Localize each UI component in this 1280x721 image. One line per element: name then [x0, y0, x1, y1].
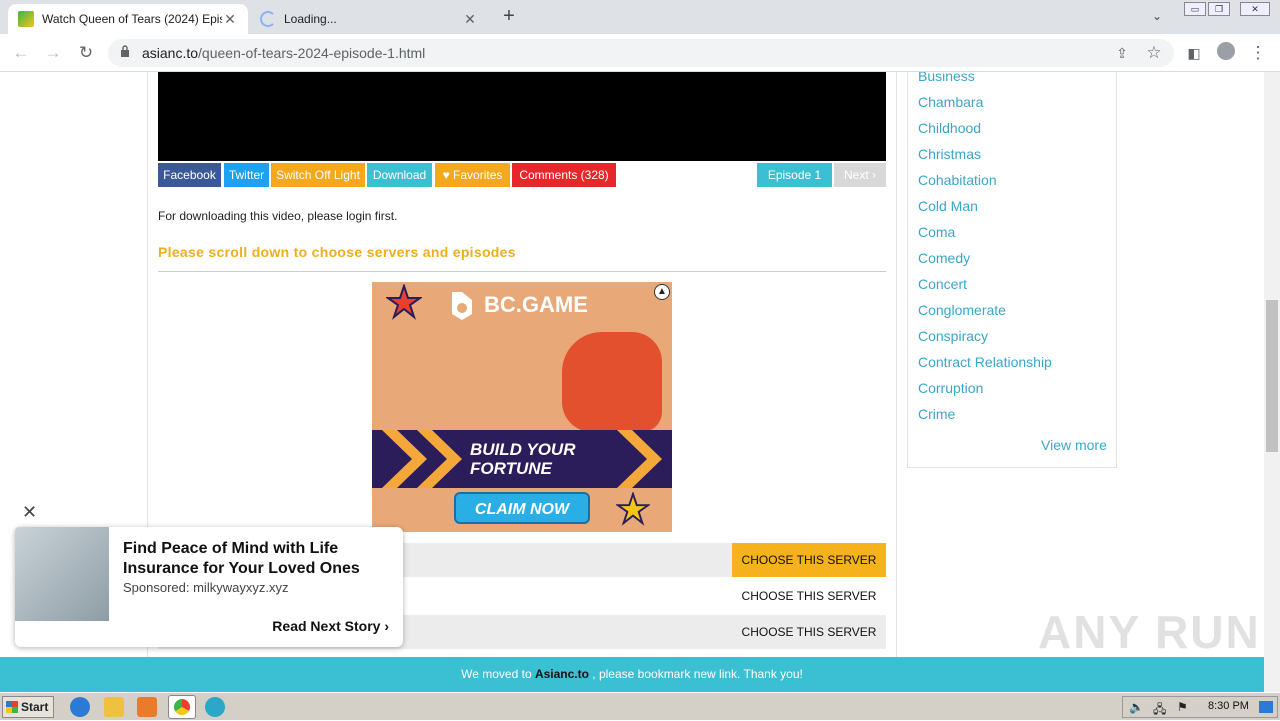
episode-indicator: Episode 1	[757, 163, 832, 187]
facebook-share-button[interactable]: Facebook	[158, 163, 221, 187]
video-player[interactable]	[158, 72, 886, 161]
explorer-folder-icon[interactable]	[104, 697, 124, 717]
genre-link[interactable]: Conspiracy	[918, 328, 988, 344]
adchoices-icon[interactable]: ▲	[654, 284, 670, 300]
sponsored-popup[interactable]: Find Peace of Mind with Life Insurance f…	[15, 527, 403, 647]
tab-title: Loading...	[284, 12, 337, 26]
download-login-notice: For downloading this video, please login…	[158, 209, 398, 223]
genre-link[interactable]: Comedy	[918, 250, 970, 266]
windows-logo-icon	[6, 701, 18, 713]
edge-icon[interactable]	[205, 697, 225, 717]
popup-sponsor: Sponsored: milkywayxyz.xyz	[123, 580, 289, 595]
new-domain-link[interactable]: Asianc.to	[535, 667, 589, 681]
share-icon[interactable]: ⇪	[1111, 42, 1133, 64]
download-button[interactable]: Download	[367, 163, 432, 187]
show-desktop-icon[interactable]	[1259, 701, 1273, 713]
menu-kebab-icon[interactable]: ⋮	[1247, 42, 1269, 64]
forward-arrow-icon[interactable]: →	[42, 42, 64, 64]
popup-headline: Find Peace of Mind with Life Insurance f…	[123, 540, 360, 577]
choose-server-button[interactable]: CHOOSE THIS SERVER	[732, 579, 886, 613]
popup-ad-image	[15, 527, 109, 621]
chrome-icon	[174, 699, 190, 715]
genre-link[interactable]: Contract Relationship	[918, 354, 1052, 370]
minimize-button[interactable]: ▭	[1184, 2, 1206, 16]
claim-now-button[interactable]: CLAIM NOW	[454, 492, 590, 524]
favorites-button[interactable]: ♥ Favorites	[435, 163, 510, 187]
star-icon	[616, 492, 650, 526]
close-tab-icon[interactable]: ✕	[462, 11, 478, 28]
choose-server-button[interactable]: CHOOSE THIS SERVER	[732, 543, 886, 577]
lock-icon	[121, 45, 129, 57]
ie-icon[interactable]	[70, 697, 90, 717]
tab-title: Watch Queen of Tears (2024) Episode	[42, 12, 222, 26]
comments-button[interactable]: Comments (328)	[512, 163, 616, 187]
genre-link[interactable]: Corruption	[918, 380, 983, 396]
genre-link[interactable]: Coma	[918, 224, 955, 240]
tab-search-chevron-icon[interactable]: ⌄	[1152, 9, 1162, 23]
star-icon	[386, 284, 422, 320]
divider	[158, 271, 886, 272]
genre-link[interactable]: Business	[918, 72, 975, 84]
chrome-taskbar-button[interactable]	[168, 695, 196, 719]
bookmark-star-icon[interactable]: ☆	[1143, 42, 1165, 64]
clock: 8:30 PM	[1208, 700, 1249, 712]
loading-spinner-icon	[260, 11, 276, 27]
volume-icon[interactable]: 🔈	[1129, 700, 1144, 714]
scroll-down-message: Please scroll down to choose servers and…	[158, 244, 516, 260]
back-arrow-icon[interactable]: ←	[10, 42, 32, 64]
tab-bar: Watch Queen of Tears (2024) Episode ✕ Lo…	[0, 0, 1280, 34]
genre-link[interactable]: Concert	[918, 276, 967, 292]
genre-link[interactable]: Childhood	[918, 120, 981, 136]
profile-avatar-icon[interactable]	[1215, 42, 1237, 64]
network-icon[interactable]: 🖧	[1153, 700, 1166, 721]
taskbar: Start 🔈 🖧 ⚑ 8:30 PM	[0, 692, 1280, 720]
address-bar[interactable]: asianc.to/queen-of-tears-2024-episode-1.…	[108, 39, 1174, 67]
scrollbar-thumb[interactable]	[1266, 300, 1278, 452]
start-button[interactable]: Start	[2, 696, 54, 718]
side-panel-icon[interactable]: ◧	[1183, 42, 1205, 64]
genre-link[interactable]: Christmas	[918, 146, 981, 162]
system-tray: 🔈 🖧 ⚑	[1122, 696, 1278, 718]
close-tab-icon[interactable]: ✕	[222, 11, 238, 28]
reload-icon[interactable]: ↻	[75, 42, 97, 64]
url-text: asianc.to/queen-of-tears-2024-episode-1.…	[142, 45, 426, 61]
restore-button[interactable]: ❐	[1208, 2, 1230, 16]
ad-brand: BC.GAME	[484, 292, 588, 317]
page-scrollbar[interactable]	[1264, 72, 1280, 692]
genre-link[interactable]: Conglomerate	[918, 302, 1006, 318]
tab-active[interactable]: Watch Queen of Tears (2024) Episode ✕	[8, 4, 248, 34]
new-tab-button[interactable]: +	[498, 6, 520, 28]
twitter-share-button[interactable]: Twitter	[224, 163, 269, 187]
view-more-link[interactable]: View more	[1041, 437, 1107, 453]
next-episode-button[interactable]: Next ›	[834, 163, 886, 187]
moved-notice-bar: We moved to Asianc.to , please bookmark …	[0, 657, 1264, 692]
genre-link[interactable]: Crime	[918, 406, 955, 422]
choose-server-button[interactable]: CHOOSE THIS SERVER	[732, 615, 886, 649]
media-player-icon[interactable]	[137, 697, 157, 717]
content-border-right	[896, 72, 897, 692]
switch-off-light-button[interactable]: Switch Off Light	[271, 163, 365, 187]
flag-icon[interactable]: ⚑	[1177, 700, 1188, 714]
genre-link[interactable]: Chambara	[918, 94, 983, 110]
tab-loading[interactable]: Loading... ✕	[250, 4, 488, 34]
read-next-story-link[interactable]: Read Next Story ›	[272, 618, 389, 634]
ad-mascot-illustration	[562, 332, 662, 432]
close-window-button[interactable]: ✕	[1240, 2, 1270, 16]
browser-toolbar: ← → ↻ asianc.to/queen-of-tears-2024-epis…	[0, 34, 1280, 72]
web-page: Facebook Twitter Switch Off Light Downlo…	[0, 72, 1280, 692]
anyrun-watermark: ANY RUN	[1038, 606, 1261, 658]
genre-link[interactable]: Cold Man	[918, 198, 978, 214]
genre-link[interactable]: Cohabitation	[918, 172, 997, 188]
bcgame-logo-icon	[452, 292, 472, 320]
site-favicon-icon	[18, 11, 34, 27]
close-popup-icon[interactable]: ✕	[22, 502, 37, 523]
ad-headline: BUILD YOUR FORTUNE	[470, 440, 576, 478]
bcgame-ad-banner[interactable]: BC.GAME BUILD YOUR FORTUNE CLAIM NOW ▲	[372, 282, 672, 532]
